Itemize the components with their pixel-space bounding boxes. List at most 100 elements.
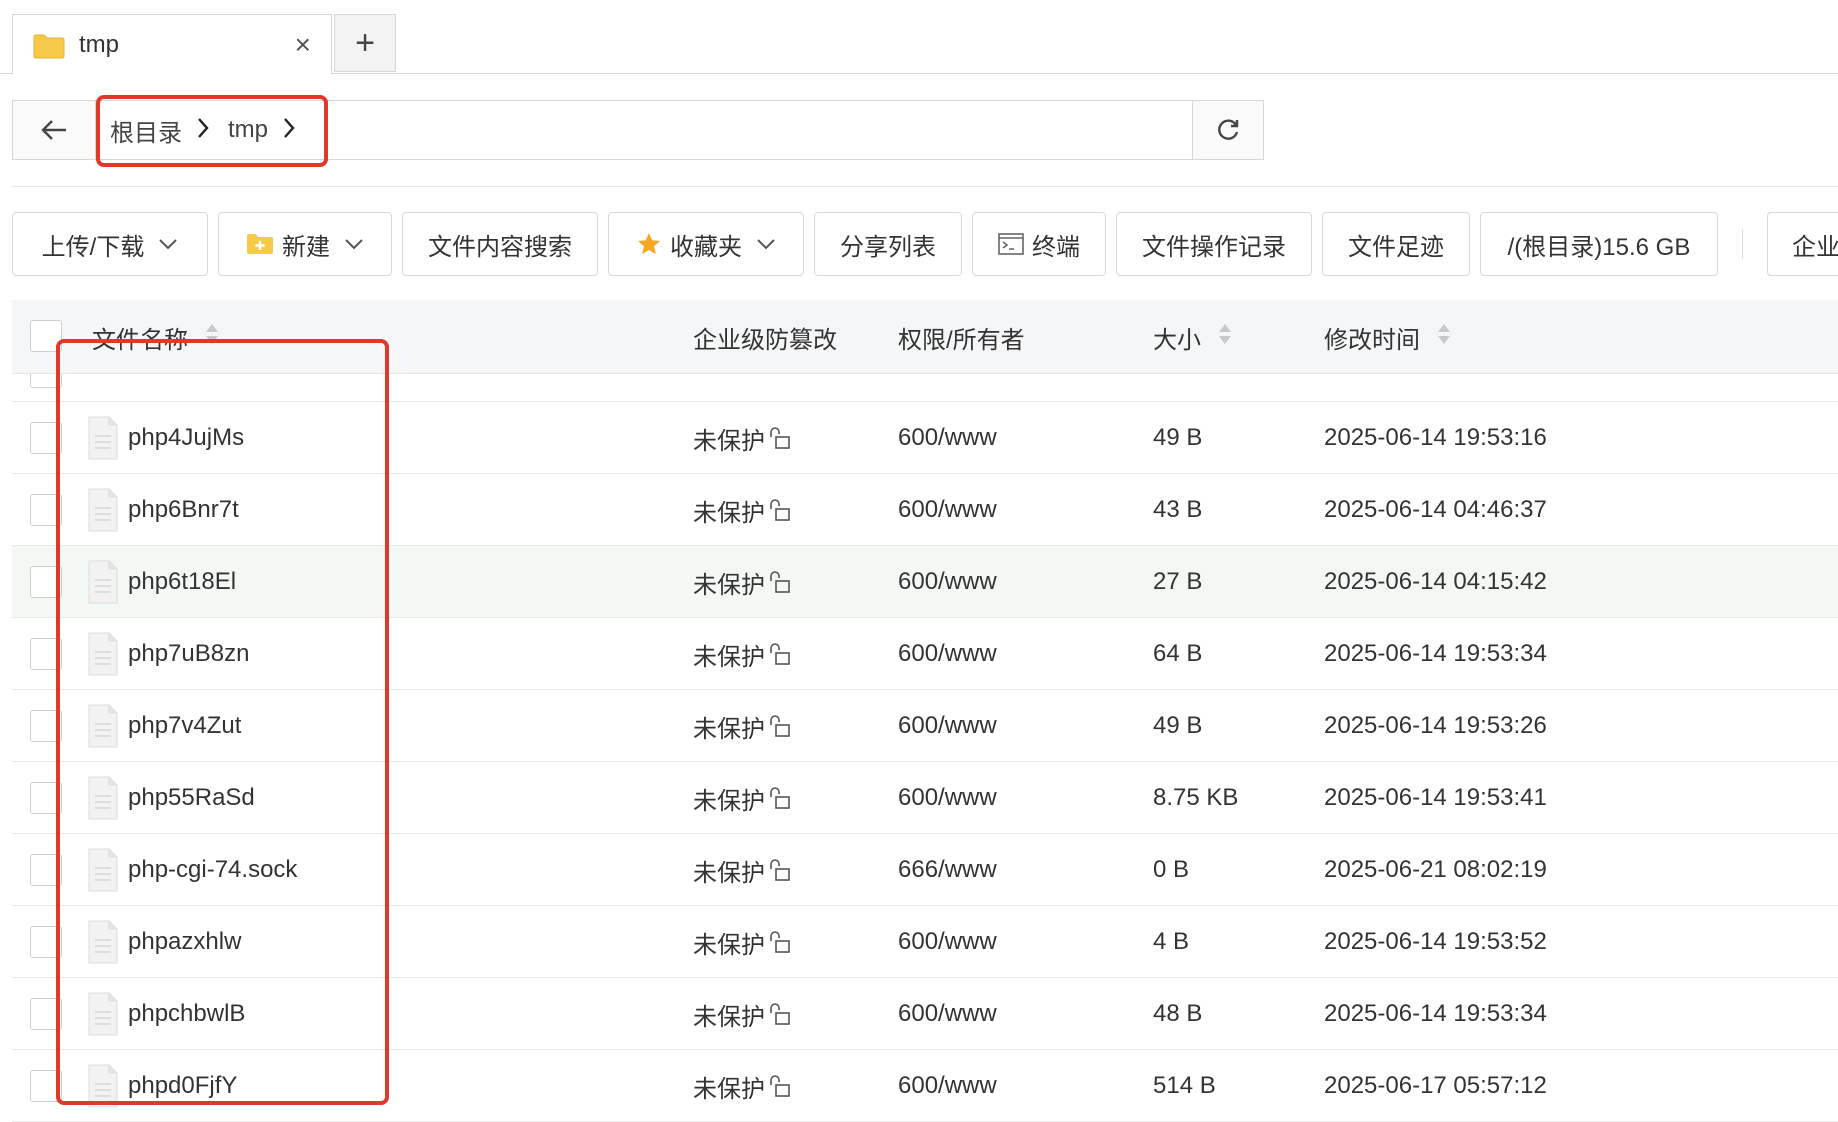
file-size: 27 B — [1153, 568, 1203, 595]
divider — [12, 186, 1838, 187]
chevron-down-icon — [756, 233, 776, 256]
tamper-label: 未保护 — [693, 499, 765, 527]
tab-tmp[interactable]: tmp × — [12, 14, 332, 74]
modified-time: 2025-06-14 19:53:34 — [1324, 1000, 1547, 1027]
modified-time: 2025-06-17 05:57:12 — [1324, 1072, 1547, 1099]
permission[interactable]: 600/www — [898, 928, 997, 956]
arrow-left-icon — [41, 120, 66, 140]
tamper-status[interactable]: 未保护 — [693, 690, 791, 762]
new-button[interactable]: 新建 — [218, 212, 392, 276]
file-size: 0 B — [1153, 856, 1190, 883]
tamper-label: 未保护 — [693, 787, 765, 815]
modified-time: 2025-06-21 08:02:19 — [1324, 856, 1547, 883]
file-size: 49 B — [1153, 424, 1203, 451]
tamper-label: 未保护 — [693, 715, 765, 743]
new-label: 新建 — [282, 233, 330, 261]
tab-label: tmp — [79, 30, 120, 58]
modified-time: 2025-06-14 04:46:37 — [1324, 496, 1547, 523]
permission[interactable]: 600/www — [898, 784, 997, 812]
tamper-status[interactable]: 未保护 — [693, 834, 791, 906]
annotation-box-path — [96, 95, 328, 167]
tamper-status[interactable]: 未保护 — [693, 978, 791, 1050]
unlock-icon — [769, 570, 791, 594]
permission[interactable]: 600/www — [898, 424, 997, 452]
permission[interactable]: 600/www — [898, 712, 997, 740]
modified-time: 2025-06-14 19:53:41 — [1324, 784, 1547, 811]
folder-icon — [33, 33, 65, 58]
tamper-label: 未保护 — [693, 859, 765, 887]
unlock-icon — [769, 858, 791, 882]
terminal-label: 终端 — [1032, 233, 1080, 261]
content-search-button[interactable]: 文件内容搜索 — [402, 212, 598, 276]
file-size: 514 B — [1153, 1072, 1216, 1099]
share-list-button[interactable]: 分享列表 — [814, 212, 962, 276]
permission[interactable]: 600/www — [898, 496, 997, 524]
tamper-label: 未保护 — [693, 931, 765, 959]
header-permission: 权限/所有者 — [898, 326, 1025, 354]
permission[interactable]: 600/www — [898, 640, 997, 668]
tamper-status[interactable]: 未保护 — [693, 1050, 791, 1122]
refresh-button[interactable] — [1192, 100, 1264, 160]
header-modified-label: 修改时间 — [1324, 326, 1420, 354]
terminal-icon — [998, 233, 1024, 255]
permission[interactable]: 600/www — [898, 1000, 997, 1028]
file-size: 49 B — [1153, 712, 1203, 739]
chevron-down-icon — [344, 233, 364, 256]
modified-time: 2025-06-14 04:15:42 — [1324, 568, 1547, 595]
footprint-button[interactable]: 文件足迹 — [1322, 212, 1470, 276]
terminal-button[interactable]: 终端 — [972, 212, 1106, 276]
operation-log-button[interactable]: 文件操作记录 — [1116, 212, 1312, 276]
file-size: 4 B — [1153, 928, 1190, 955]
upload-download-label: 上传/下载 — [41, 233, 145, 261]
star-icon — [636, 231, 662, 257]
modified-time: 2025-06-14 19:53:52 — [1324, 928, 1547, 955]
sort-icon — [1436, 322, 1452, 353]
unlock-icon — [769, 714, 791, 738]
tamper-status[interactable]: 未保护 — [693, 906, 791, 978]
unlock-icon — [769, 930, 791, 954]
tamper-label: 未保护 — [693, 571, 765, 599]
permission[interactable]: 600/www — [898, 568, 997, 596]
tamper-status[interactable]: 未保护 — [693, 618, 791, 690]
enterprise-button[interactable]: 企业 — [1767, 212, 1838, 276]
favorites-button[interactable]: 收藏夹 — [608, 212, 804, 276]
unlock-icon — [769, 426, 791, 450]
header-modified[interactable]: 修改时间 — [1324, 300, 1452, 374]
header-size-label: 大小 — [1153, 326, 1201, 354]
file-size: 8.75 KB — [1153, 784, 1239, 811]
toolbar: 上传/下载 新建 文件内容搜索 收藏夹 分享列表 终端 文件操作记录 文件足迹 … — [12, 212, 1838, 276]
modified-time: 2025-06-14 19:53:26 — [1324, 712, 1547, 739]
unlock-icon — [769, 642, 791, 666]
tamper-status[interactable]: 未保护 — [693, 474, 791, 546]
tamper-label: 未保护 — [693, 643, 765, 671]
tamper-label: 未保护 — [693, 427, 765, 455]
chevron-down-icon — [158, 233, 178, 256]
header-tamper: 企业级防篡改 — [693, 326, 837, 354]
permission[interactable]: 666/www — [898, 856, 997, 884]
back-button[interactable] — [12, 100, 96, 160]
close-tab-icon[interactable]: × — [295, 30, 311, 59]
unlock-icon — [769, 786, 791, 810]
tamper-status[interactable]: 未保护 — [693, 546, 791, 618]
file-size: 64 B — [1153, 640, 1203, 667]
upload-download-button[interactable]: 上传/下载 — [12, 212, 208, 276]
header-size[interactable]: 大小 — [1153, 300, 1233, 374]
favorites-label: 收藏夹 — [670, 233, 742, 261]
unlock-icon — [769, 1002, 791, 1026]
unlock-icon — [769, 498, 791, 522]
new-tab-button[interactable]: + — [334, 14, 396, 72]
tamper-label: 未保护 — [693, 1075, 765, 1103]
disk-usage-button[interactable]: /(根目录)15.6 GB — [1480, 212, 1718, 276]
file-size: 48 B — [1153, 1000, 1203, 1027]
file-size: 43 B — [1153, 496, 1203, 523]
modified-time: 2025-06-14 19:53:34 — [1324, 640, 1547, 667]
tab-bar: tmp × + — [0, 0, 1838, 74]
refresh-icon — [1218, 119, 1239, 140]
toolbar-separator — [1742, 229, 1743, 259]
sort-icon — [1217, 322, 1233, 353]
tamper-status[interactable]: 未保护 — [693, 762, 791, 834]
tamper-label: 未保护 — [693, 1003, 765, 1031]
tamper-status[interactable]: 未保护 — [693, 402, 791, 474]
permission[interactable]: 600/www — [898, 1072, 997, 1100]
modified-time: 2025-06-14 19:53:16 — [1324, 424, 1547, 451]
